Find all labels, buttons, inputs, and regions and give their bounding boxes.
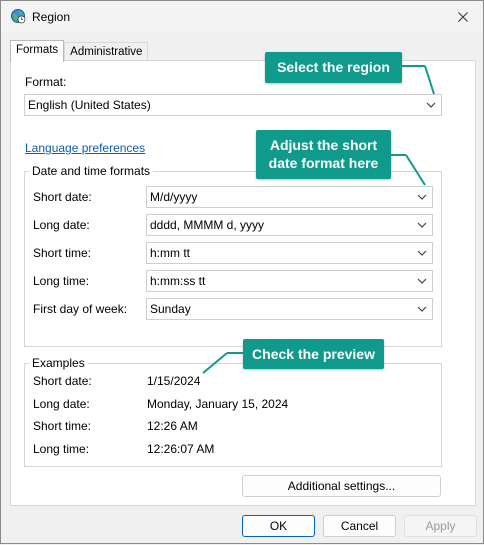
chevron-down-icon — [417, 306, 427, 312]
format-select[interactable]: English (United States) — [24, 94, 442, 116]
short-time-label: Short time: — [33, 246, 92, 260]
example-long-date-label: Long date: — [33, 397, 90, 411]
long-date-label: Long date: — [33, 218, 90, 232]
callout-select-region: Select the region — [265, 52, 402, 83]
first-day-label: First day of week: — [33, 302, 128, 316]
example-short-time-label: Short time: — [33, 419, 92, 433]
example-long-date-value: Monday, January 15, 2024 — [147, 397, 289, 411]
long-time-label: Long time: — [33, 274, 90, 288]
long-date-select[interactable]: dddd, MMMM d, yyyy — [146, 214, 433, 236]
callout-short-date-line1: Adjust the short — [269, 137, 378, 153]
close-button[interactable] — [443, 1, 483, 33]
short-date-label: Short date: — [33, 190, 92, 204]
chevron-down-icon — [417, 278, 427, 284]
example-short-date-value: 1/15/2024 — [147, 374, 201, 388]
examples-group-title: Examples — [29, 356, 88, 370]
chevron-down-icon — [417, 222, 427, 228]
tab-formats[interactable]: Formats — [10, 40, 65, 62]
apply-button[interactable]: Apply — [404, 515, 477, 537]
long-time-value: h:mm:ss tt — [150, 274, 206, 288]
chevron-down-icon — [417, 250, 427, 256]
short-date-value: M/d/yyyy — [150, 190, 198, 204]
long-time-select[interactable]: h:mm:ss tt — [146, 270, 433, 292]
chevron-down-icon — [417, 194, 427, 200]
window-title: Region — [32, 10, 71, 24]
close-icon — [458, 12, 468, 22]
example-short-time-value: 12:26 AM — [147, 419, 198, 433]
short-time-select[interactable]: h:mm tt — [146, 242, 433, 264]
example-long-time-label: Long time: — [33, 442, 90, 456]
region-dialog: Region Formats Administrative Format: En… — [0, 0, 484, 544]
formats-panel: Format: English (United States) Language… — [10, 60, 476, 506]
datetime-group-title: Date and time formats — [29, 164, 154, 178]
format-label: Format: — [25, 75, 67, 89]
language-preferences-link[interactable]: Language preferences — [25, 141, 145, 155]
title-bar: Region — [1, 1, 483, 33]
additional-settings-button[interactable]: Additional settings... — [242, 475, 441, 497]
example-long-time-value: 12:26:07 AM — [147, 442, 215, 456]
callout-short-date: Adjust the short date format here — [256, 130, 391, 179]
short-time-value: h:mm tt — [150, 246, 191, 260]
callout-short-date-line2: date format here — [268, 155, 379, 171]
callout-preview: Check the preview — [243, 339, 384, 369]
short-date-select[interactable]: M/d/yyyy — [146, 186, 433, 208]
first-day-value: Sunday — [150, 302, 191, 316]
cancel-button[interactable]: Cancel — [323, 515, 396, 537]
format-value: English (United States) — [28, 98, 151, 112]
ok-button[interactable]: OK — [242, 515, 315, 537]
globe-clock-icon — [10, 8, 26, 24]
first-day-select[interactable]: Sunday — [146, 298, 433, 320]
chevron-down-icon — [426, 102, 436, 108]
example-short-date-label: Short date: — [33, 374, 92, 388]
tab-strip: Formats Administrative — [10, 40, 149, 62]
tab-administrative[interactable]: Administrative — [64, 42, 149, 62]
long-date-value: dddd, MMMM d, yyyy — [150, 218, 265, 232]
